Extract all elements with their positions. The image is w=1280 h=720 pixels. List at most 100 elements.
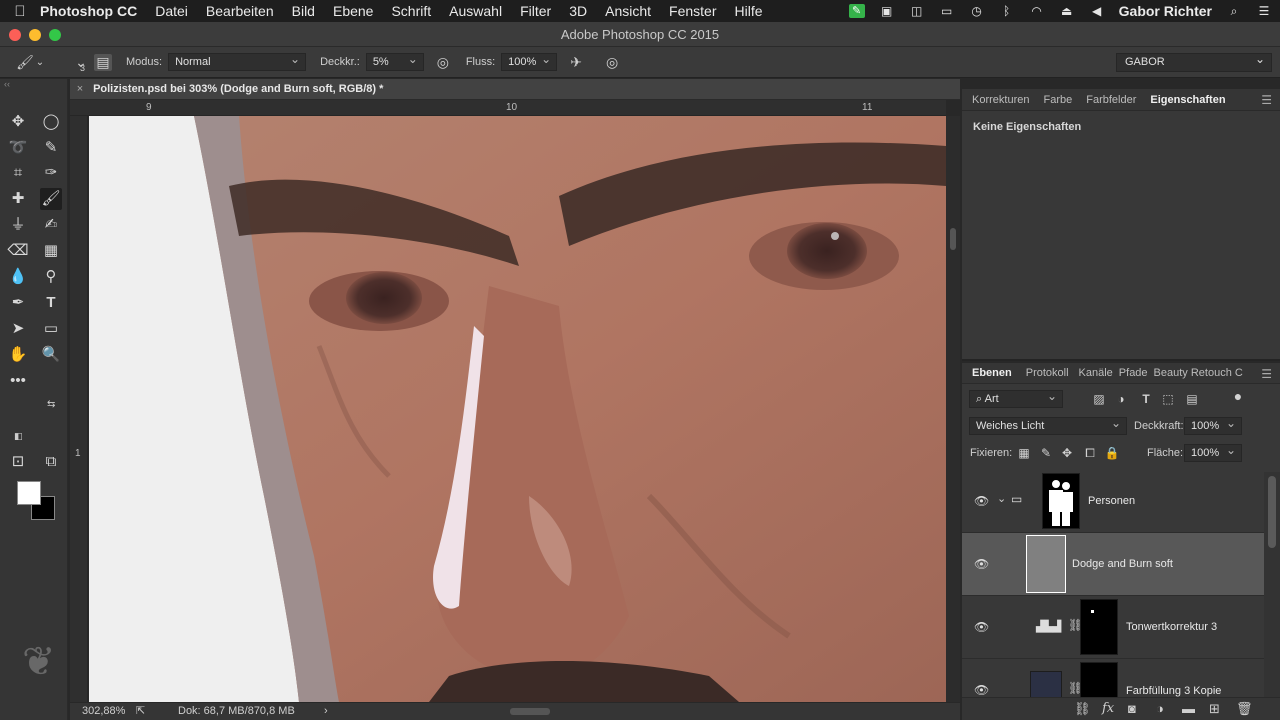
battery-tray-icon[interactable]: ▭ (939, 4, 955, 18)
lock-all-icon[interactable]: 🔒 (1104, 446, 1120, 460)
visibility-eye-icon[interactable]: 👁 (974, 683, 989, 697)
rectangle-tool-icon[interactable]: ▭ (40, 318, 62, 340)
workspace-select[interactable]: GABOR (1116, 51, 1272, 72)
quick-mask-icon[interactable]: ⊡ (7, 451, 29, 473)
tab-ebenen[interactable]: Ebenen (965, 367, 1019, 379)
spotlight-search-icon[interactable]: ⌕ (1226, 4, 1242, 18)
scrollbar-thumb[interactable] (950, 228, 956, 250)
brush-tool-icon[interactable]: 🖌 (40, 188, 62, 210)
menubar-user[interactable]: Gabor Richter (1119, 3, 1212, 19)
panel-menu-icon[interactable]: ☰ (1261, 367, 1272, 381)
foreground-color-swatch[interactable] (17, 481, 41, 505)
layer-fill-select[interactable]: 100% (1184, 442, 1242, 462)
collapse-panel-icon[interactable]: ‹‹ (4, 79, 10, 89)
menu-filter[interactable]: Filter (520, 3, 551, 19)
visibility-eye-icon[interactable]: 👁 (974, 557, 989, 571)
scrollbar-thumb[interactable] (1268, 476, 1276, 548)
vertical-ruler[interactable]: 1 (70, 116, 88, 702)
bluetooth-icon[interactable]: ᛒ (999, 4, 1015, 18)
close-tab-icon[interactable]: × (70, 79, 90, 100)
tab-korrekturen[interactable]: Korrekturen (965, 94, 1036, 106)
move-tool-icon[interactable]: ✥ (7, 111, 29, 133)
panel-menu-icon[interactable]: ☰ (1261, 93, 1272, 107)
delete-layer-icon[interactable]: 🗑 (1236, 701, 1253, 717)
screen-mode-icon[interactable]: ⧉ (40, 451, 62, 473)
document-info[interactable]: Dok: 68,7 MB/870,8 MB (178, 703, 295, 720)
default-colors-icon[interactable]: ◧ (14, 431, 23, 442)
chevron-right-icon[interactable]: › (324, 703, 328, 720)
tab-farbe[interactable]: Farbe (1036, 94, 1079, 106)
group-expand-chevron-icon[interactable]: ⌄ (997, 492, 1006, 505)
adjustment-filter-icon[interactable]: ◑ (1113, 392, 1129, 406)
zoom-level[interactable]: 302,88% (82, 703, 125, 720)
layer-mask-thumbnail[interactable] (1080, 662, 1118, 699)
layer-name[interactable]: Tonwertkorrektur 3 (1126, 621, 1217, 633)
close-window-button[interactable] (9, 29, 21, 41)
healing-brush-icon[interactable]: ✚ (7, 188, 29, 210)
layer-opacity-select[interactable]: 100% (1184, 415, 1242, 435)
shape-filter-icon[interactable]: ⬚ (1160, 392, 1176, 406)
flow-select[interactable]: 100% (501, 51, 558, 71)
horizontal-scrollbar-thumb[interactable] (510, 708, 550, 715)
canvas-vertical-scrollbar[interactable] (946, 116, 960, 702)
menu-ansicht[interactable]: Ansicht (605, 3, 651, 19)
lock-transparency-icon[interactable]: ▦ (1016, 446, 1032, 460)
layer-row-farbfuellung[interactable]: 👁 ⛓ Farbfüllung 3 Kopie (962, 659, 1264, 699)
opacity-select[interactable]: 5% (365, 51, 424, 71)
pixel-filter-icon[interactable]: ▨ (1091, 392, 1107, 406)
link-layers-icon[interactable]: ⛓ (1074, 701, 1091, 717)
layer-mask-thumbnail[interactable] (1042, 473, 1080, 529)
add-mask-icon[interactable]: ◙ (1128, 701, 1136, 716)
gradient-tool-icon[interactable]: ▦ (40, 240, 62, 262)
volume-icon[interactable]: ◀ (1089, 4, 1105, 18)
menu-bearbeiten[interactable]: Bearbeiten (206, 3, 274, 19)
layer-mask-thumbnail[interactable] (1080, 599, 1118, 655)
layer-filter-kind-select[interactable]: ⌕ Art (969, 388, 1063, 408)
clone-stamp-icon[interactable]: ⏚ (7, 214, 29, 236)
apple-menu-icon[interactable]:  (0, 3, 40, 20)
brush-panel-toggle-icon[interactable]: ▤ (94, 53, 112, 71)
eraser-tool-icon[interactable]: ⌫ (7, 240, 29, 262)
layer-style-fx-icon[interactable]: fx (1102, 701, 1114, 716)
lock-artboard-icon[interactable]: ⧠ (1082, 446, 1098, 461)
path-selection-icon[interactable]: ➤ (7, 318, 29, 340)
menu-fenster[interactable]: Fenster (669, 3, 716, 19)
share-icon[interactable]: ⇱ (136, 703, 145, 720)
type-tool-icon[interactable]: T (40, 292, 62, 314)
document-tab[interactable]: × Polizisten.psd bei 303% (Dodge and Bur… (70, 79, 960, 100)
fill-color-thumbnail[interactable] (1030, 671, 1062, 699)
mode-select[interactable]: Normal (168, 51, 307, 71)
menu-schrift[interactable]: Schrift (391, 3, 431, 19)
new-adjustment-layer-icon[interactable]: ◑ (1156, 701, 1164, 716)
minimize-window-button[interactable] (29, 29, 41, 41)
lock-image-icon[interactable]: ✎ (1038, 446, 1054, 460)
tab-protokoll[interactable]: Protokoll (1019, 367, 1076, 379)
menu-3d[interactable]: 3D (569, 3, 587, 19)
layer-row-tonwertkorrektur[interactable]: 👁 ▟▙▟ ⛓ Tonwertkorrektur 3 (962, 596, 1264, 659)
layer-row-dodge-and-burn[interactable]: 👁 Dodge and Burn soft (962, 533, 1264, 596)
type-filter-icon[interactable]: T (1138, 392, 1154, 406)
layer-row-personen[interactable]: 👁 ⌄ ▭ Personen (962, 470, 1264, 533)
document-canvas[interactable] (89, 116, 946, 702)
time-machine-icon[interactable]: ◷ (969, 4, 985, 18)
pen-tool-icon[interactable]: ✒ (7, 292, 29, 314)
brush-preset-icon[interactable]: 🖌 (16, 54, 34, 71)
filter-toggle-icon[interactable]: ● (1230, 388, 1246, 404)
airbrush-icon[interactable]: ✈ (567, 54, 585, 71)
zoom-tool-icon[interactable]: 🔍 (40, 344, 62, 366)
more-tools-icon[interactable]: ••• (7, 370, 29, 392)
layer-name[interactable]: Farbfüllung 3 Kopie (1126, 685, 1221, 697)
tab-beauty-retouch[interactable]: Beauty Retouch C (1151, 367, 1246, 379)
lasso-tool-icon[interactable]: ➰ (7, 137, 29, 159)
pressure-opacity-icon[interactable]: ◎ (434, 54, 452, 71)
menu-datei[interactable]: Datei (155, 3, 188, 19)
new-layer-icon[interactable]: ⊞ (1209, 701, 1220, 717)
menu-ebene[interactable]: Ebene (333, 3, 373, 19)
layers-scrollbar[interactable] (1264, 472, 1280, 702)
menu-app-name[interactable]: Photoshop CC (40, 3, 137, 19)
lock-position-icon[interactable]: ✥ (1059, 446, 1075, 460)
history-brush-icon[interactable]: ✍ (40, 214, 62, 236)
visibility-eye-icon[interactable]: 👁 (974, 494, 989, 508)
horizontal-ruler[interactable]: 9 10 11 (70, 100, 946, 116)
swap-colors-icon[interactable]: ⇆ (47, 399, 55, 410)
